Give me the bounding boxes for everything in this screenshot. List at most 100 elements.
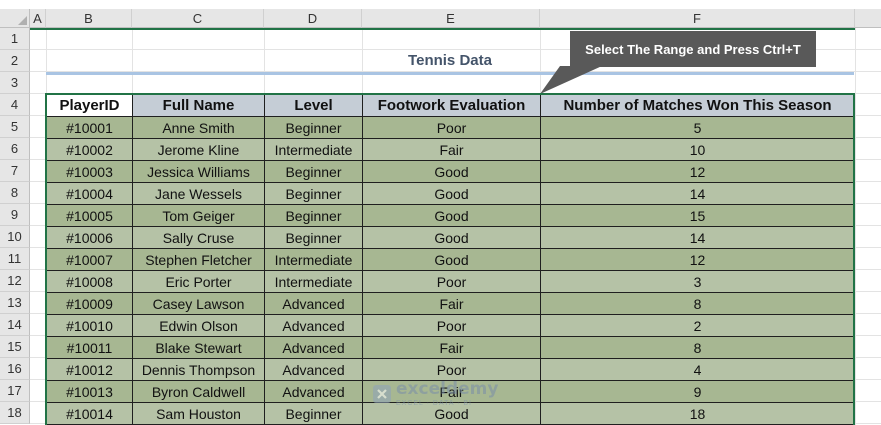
cell-player-id[interactable]: #10005 <box>46 204 133 227</box>
cell-matches-won[interactable]: 9 <box>540 380 855 403</box>
cell-player-id[interactable]: #10003 <box>46 160 133 183</box>
cell-level[interactable]: Beginner <box>264 160 363 183</box>
cell-player-id[interactable]: #10001 <box>46 116 133 139</box>
header-footwork-evaluation[interactable]: Footwork Evaluation <box>362 94 541 117</box>
cell-full-name[interactable]: Jessica Williams <box>132 160 265 183</box>
cell-full-name[interactable]: Anne Smith <box>132 116 265 139</box>
cell-matches-won[interactable]: 18 <box>540 402 855 425</box>
table-row: #10010 Edwin Olson Advanced Poor 2 <box>46 314 855 337</box>
row-header[interactable]: 15 <box>0 336 30 358</box>
select-all-corner[interactable] <box>0 9 30 28</box>
cell-footwork-evaluation[interactable]: Fair <box>362 138 541 161</box>
cell-footwork-evaluation[interactable]: Good <box>362 182 541 205</box>
cell-matches-won[interactable]: 12 <box>540 160 855 183</box>
cell-matches-won[interactable]: 15 <box>540 204 855 227</box>
header-level[interactable]: Level <box>264 94 363 117</box>
row-header[interactable]: 3 <box>0 72 30 94</box>
cell-player-id[interactable]: #10014 <box>46 402 133 425</box>
row-header[interactable]: 8 <box>0 182 30 204</box>
cell-level[interactable]: Beginner <box>264 204 363 227</box>
cell-footwork-evaluation[interactable]: Good <box>362 160 541 183</box>
column-header-b[interactable]: B <box>46 9 132 28</box>
cell-level[interactable]: Intermediate <box>264 248 363 271</box>
cell-full-name[interactable]: Sam Houston <box>132 402 265 425</box>
cell-player-id[interactable]: #10013 <box>46 380 133 403</box>
cell-player-id[interactable]: #10007 <box>46 248 133 271</box>
cell-level[interactable]: Advanced <box>264 314 363 337</box>
cell-level[interactable]: Beginner <box>264 116 363 139</box>
cell-footwork-evaluation[interactable]: Fair <box>362 292 541 315</box>
cell-matches-won[interactable]: 12 <box>540 248 855 271</box>
cell-full-name[interactable]: Eric Porter <box>132 270 265 293</box>
header-matches-won[interactable]: Number of Matches Won This Season <box>540 94 855 117</box>
cell-matches-won[interactable]: 2 <box>540 314 855 337</box>
cell-full-name[interactable]: Blake Stewart <box>132 336 265 359</box>
row-header[interactable]: 4 <box>0 94 30 116</box>
cell-full-name[interactable]: Edwin Olson <box>132 314 265 337</box>
cell-footwork-evaluation[interactable]: Good <box>362 226 541 249</box>
header-full-name[interactable]: Full Name <box>132 94 265 117</box>
row-header[interactable]: 6 <box>0 138 30 160</box>
cell-level[interactable]: Advanced <box>264 336 363 359</box>
cell-footwork-evaluation[interactable]: Poor <box>362 314 541 337</box>
cell-player-id[interactable]: #10011 <box>46 336 133 359</box>
row-header[interactable]: 2 <box>0 50 30 72</box>
column-header-c[interactable]: C <box>132 9 264 28</box>
column-header-e[interactable]: E <box>362 9 540 28</box>
cell-player-id[interactable]: #10012 <box>46 358 133 381</box>
cell-full-name[interactable]: Casey Lawson <box>132 292 265 315</box>
row-header[interactable]: 7 <box>0 160 30 182</box>
cell-footwork-evaluation[interactable]: Good <box>362 248 541 271</box>
tennis-data-table[interactable]: PlayerID Full Name Level Footwork Evalua… <box>46 94 855 425</box>
column-header-a[interactable]: A <box>30 9 46 28</box>
cell-player-id[interactable]: #10010 <box>46 314 133 337</box>
cell-full-name[interactable]: Jane Wessels <box>132 182 265 205</box>
cell-level[interactable]: Intermediate <box>264 138 363 161</box>
row-header[interactable]: 18 <box>0 402 30 424</box>
row-header[interactable]: 13 <box>0 292 30 314</box>
row-header[interactable]: 16 <box>0 358 30 380</box>
cell-matches-won[interactable]: 8 <box>540 336 855 359</box>
cell-player-id[interactable]: #10008 <box>46 270 133 293</box>
cell-matches-won[interactable]: 5 <box>540 116 855 139</box>
cell-player-id[interactable]: #10009 <box>46 292 133 315</box>
cell-full-name[interactable]: Stephen Fletcher <box>132 248 265 271</box>
row-header[interactable]: 5 <box>0 116 30 138</box>
cell-full-name[interactable]: Tom Geiger <box>132 204 265 227</box>
cell-level[interactable]: Beginner <box>264 402 363 425</box>
cell-footwork-evaluation[interactable]: Fair <box>362 336 541 359</box>
cell-level[interactable]: Advanced <box>264 292 363 315</box>
cell-level[interactable]: Beginner <box>264 182 363 205</box>
cell-matches-won[interactable]: 14 <box>540 182 855 205</box>
cell-player-id[interactable]: #10004 <box>46 182 133 205</box>
cell-full-name[interactable]: Jerome Kline <box>132 138 265 161</box>
cell-matches-won[interactable]: 3 <box>540 270 855 293</box>
cell-level[interactable]: Advanced <box>264 358 363 381</box>
cell-player-id[interactable]: #10006 <box>46 226 133 249</box>
header-player-id[interactable]: PlayerID <box>46 94 133 117</box>
cell-full-name[interactable]: Sally Cruse <box>132 226 265 249</box>
row-header[interactable]: 17 <box>0 380 30 402</box>
row-header[interactable]: 9 <box>0 204 30 226</box>
column-header-d[interactable]: D <box>264 9 362 28</box>
cell-player-id[interactable]: #10002 <box>46 138 133 161</box>
cell-footwork-evaluation[interactable]: Poor <box>362 270 541 293</box>
row-header[interactable]: 14 <box>0 314 30 336</box>
cell-footwork-evaluation[interactable]: Poor <box>362 116 541 139</box>
cell-full-name[interactable]: Dennis Thompson <box>132 358 265 381</box>
cell-level[interactable]: Advanced <box>264 380 363 403</box>
column-header-g[interactable] <box>855 9 881 28</box>
row-header[interactable]: 10 <box>0 226 30 248</box>
cell-footwork-evaluation[interactable]: Good <box>362 204 541 227</box>
cell-level[interactable]: Beginner <box>264 226 363 249</box>
cell-full-name[interactable]: Byron Caldwell <box>132 380 265 403</box>
row-header[interactable]: 11 <box>0 248 30 270</box>
cell-matches-won[interactable]: 4 <box>540 358 855 381</box>
row-header[interactable]: 1 <box>0 28 30 50</box>
cell-matches-won[interactable]: 14 <box>540 226 855 249</box>
row-header[interactable]: 12 <box>0 270 30 292</box>
cell-level[interactable]: Intermediate <box>264 270 363 293</box>
column-header-f[interactable]: F <box>540 9 855 28</box>
cell-matches-won[interactable]: 8 <box>540 292 855 315</box>
cell-matches-won[interactable]: 10 <box>540 138 855 161</box>
